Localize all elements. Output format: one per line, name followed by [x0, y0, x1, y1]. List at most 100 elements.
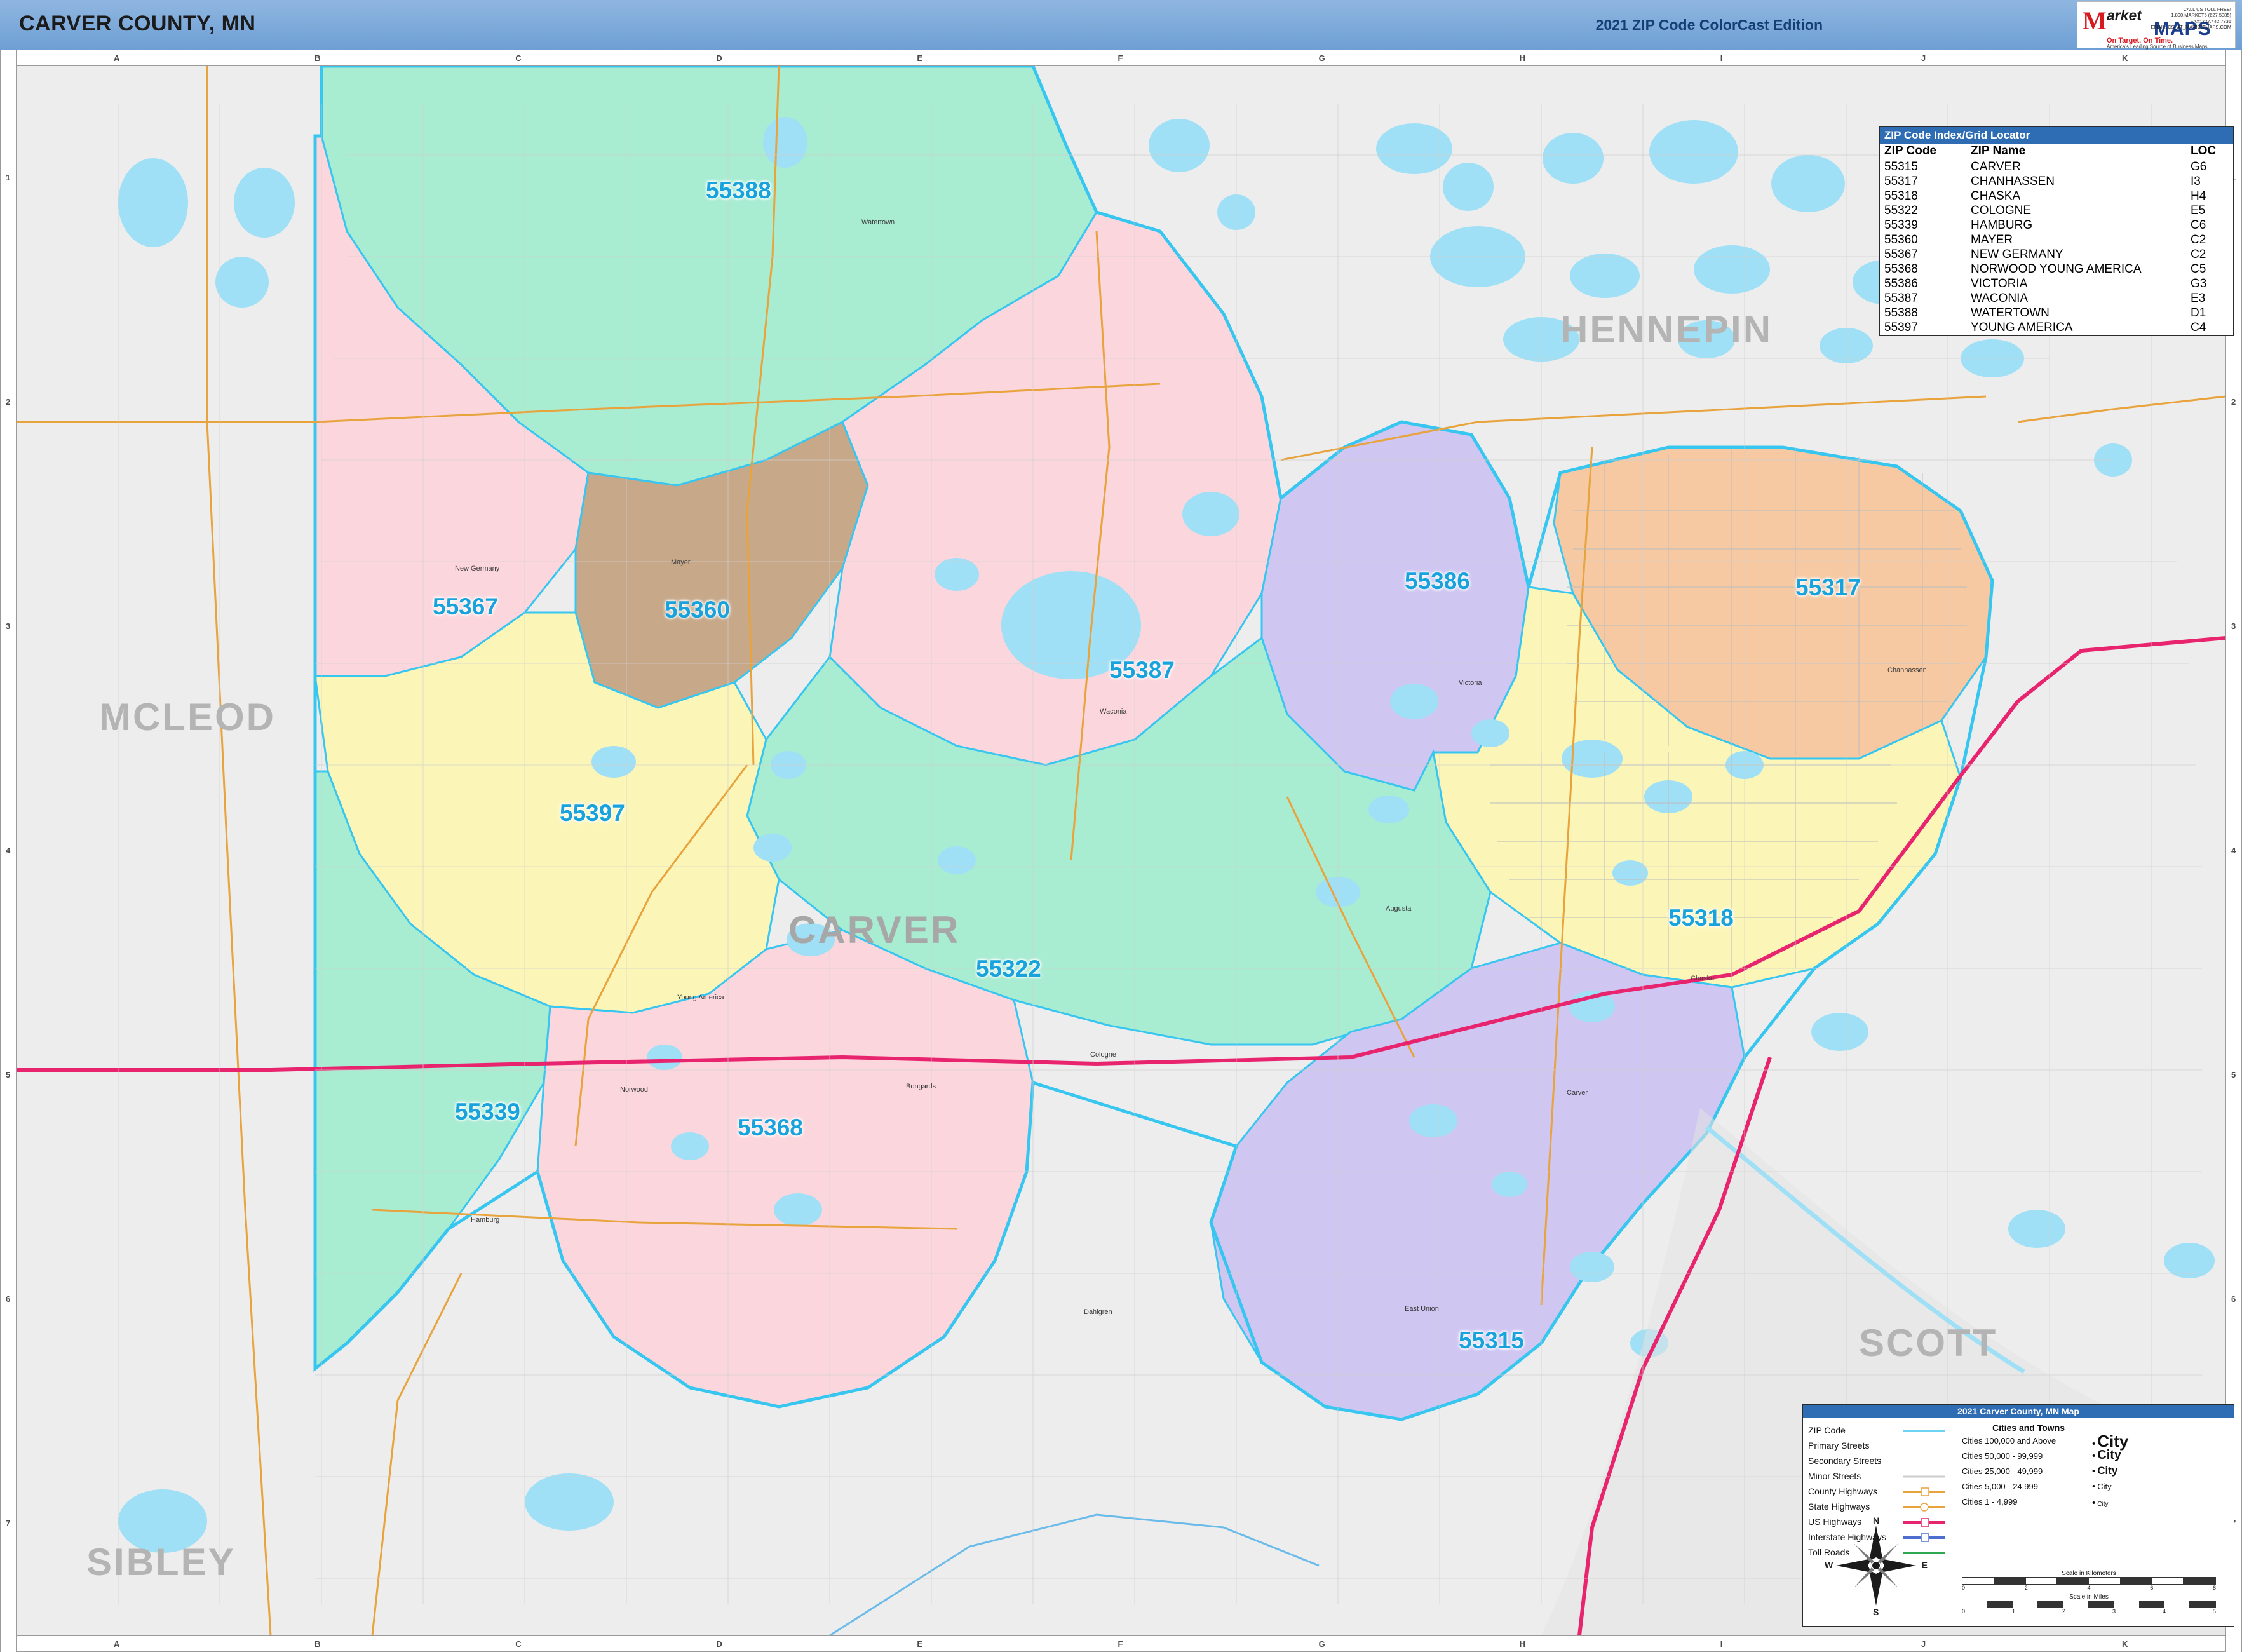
grid-row-label: 6 — [2231, 1294, 2236, 1304]
legend-item: State Highways — [1808, 1499, 1954, 1514]
zip-area-label: 55397 — [560, 800, 625, 826]
grid-col-label: A — [114, 1639, 120, 1649]
town-label: Hamburg — [471, 1216, 500, 1224]
zip-area-label: 55388 — [706, 177, 771, 203]
town-label: Cologne — [1090, 1051, 1116, 1059]
grid-col-label: D — [716, 1639, 722, 1649]
zip-index-loc: E5 — [2191, 203, 2206, 217]
legend-item-label: County Highways — [1808, 1486, 1877, 1496]
zip-index-name: NORWOOD YOUNG AMERICA — [1971, 262, 2142, 276]
zip-index-row[interactable]: 55386 VICTORIA G3 — [1880, 276, 2233, 291]
town-label: Mayer — [671, 559, 691, 566]
map-legend-panel: 2021 Carver County, MN Map ZIP Code Prima… — [1802, 1404, 2234, 1627]
zip-index-code: 55397 — [1884, 320, 1918, 334]
grid-col-label: A — [114, 53, 120, 63]
zip-index-row[interactable]: 55368 NORWOOD YOUNG AMERICA C5 — [1880, 262, 2233, 276]
zip-index-loc: E3 — [2191, 291, 2206, 305]
zip-index-code: 55339 — [1884, 218, 1918, 232]
zip-index-row[interactable]: 55388 WATERTOWN D1 — [1880, 306, 2233, 320]
legend-city-sample-text: City — [2097, 1448, 2122, 1462]
zip-index-row[interactable]: 55360 MAYER C2 — [1880, 233, 2233, 247]
town-label: East Union — [1405, 1305, 1439, 1313]
zip-index-name: VICTORIA — [1971, 276, 2028, 290]
zip-index-name: NEW GERMANY — [1971, 247, 2063, 261]
zip-index-code: 55387 — [1884, 291, 1918, 305]
zip-index-name: YOUNG AMERICA — [1971, 320, 2073, 334]
compass-rose: N S E W — [1825, 1515, 1928, 1617]
legend-item-swatch — [1903, 1457, 1945, 1465]
city-dot-icon: • — [2092, 1451, 2096, 1461]
county-label: MCLEOD — [99, 696, 276, 738]
legend-title: 2021 Carver County, MN Map — [1803, 1405, 2234, 1418]
zip-index-row[interactable]: 55397 YOUNG AMERICA C4 — [1880, 320, 2233, 335]
zip-area-label: 55339 — [455, 1099, 520, 1125]
legend-city-sample: • City — [2092, 1481, 2162, 1498]
zip-index-code: 55318 — [1884, 189, 1918, 203]
zip-index-row[interactable]: 55367 NEW GERMANY C2 — [1880, 247, 2233, 262]
zip-index-name: MAYER — [1971, 233, 2013, 247]
page-title: CARVER COUNTY, MN — [19, 11, 256, 36]
legend-item-swatch — [1903, 1487, 1945, 1496]
grid-row-label: 5 — [2231, 1069, 2236, 1080]
zip-index-name: CHASKA — [1971, 189, 2021, 203]
grid-col-label: J — [1921, 1639, 1926, 1649]
zip-area-label: 55360 — [665, 597, 730, 623]
legend-cities-list: Cities and Towns Cities 100,000 and Abov… — [1962, 1423, 2095, 1509]
zip-index-code: 55360 — [1884, 233, 1918, 247]
zip-index-code: 55388 — [1884, 306, 1918, 320]
logo-tagline-2: America's Leading Source of Business Map… — [2107, 44, 2208, 50]
grid-row-label: 2 — [6, 397, 11, 407]
legend-city-sample: • City — [2092, 1432, 2162, 1451]
legend-city-sample-text: City — [2097, 1465, 2118, 1477]
compass-rose-icon — [1836, 1526, 1916, 1606]
legend-city-sample-text: City — [2097, 1501, 2109, 1508]
grid-col-label: C — [515, 53, 522, 63]
legend-item-label: ZIP Code — [1808, 1425, 1846, 1435]
grid-ruler-bottom: A B C D E F G H I J K — [0, 1635, 2242, 1652]
grid-col-label: B — [314, 1639, 321, 1649]
town-label: Watertown — [861, 219, 895, 226]
scale-tick-label: 6 — [2150, 1585, 2154, 1591]
grid-ruler-left: 1 2 3 4 5 6 7 — [0, 50, 17, 1652]
legend-city-sample: • City — [2092, 1465, 2162, 1481]
zip-index-row[interactable]: 55315 CARVER G6 — [1880, 159, 2233, 175]
zip-index-row[interactable]: 55317 CHANHASSEN I3 — [1880, 174, 2233, 189]
county-label: SIBLEY — [86, 1541, 236, 1583]
grid-col-label: I — [1720, 1639, 1723, 1649]
zip-index-row[interactable]: 55387 WACONIA E3 — [1880, 291, 2233, 306]
zip-index-row[interactable]: 55322 COLOGNE E5 — [1880, 203, 2233, 218]
grid-col-label: D — [716, 53, 722, 63]
grid-col-label: E — [917, 53, 923, 63]
town-label: Bongards — [906, 1083, 936, 1090]
zip-index-col-name: ZIP Name — [1966, 144, 2186, 159]
legend-item: Primary Streets — [1808, 1438, 1954, 1453]
scale-mi-ticks: 0 1 2 3 4 5 — [1962, 1608, 2216, 1615]
zip-index-row[interactable]: 55339 HAMBURG C6 — [1880, 218, 2233, 233]
zip-area-label: 55387 — [1109, 657, 1175, 683]
zip-index-row[interactable]: 55318 CHASKA H4 — [1880, 189, 2233, 203]
zip-area-label: 55367 — [433, 593, 498, 620]
zip-index-name: WATERTOWN — [1971, 306, 2050, 320]
grid-row-label: 1 — [6, 173, 11, 183]
zip-index-loc: C4 — [2191, 320, 2206, 334]
marketmaps-logo: M arket MAPS On Target. On Time. America… — [2077, 1, 2236, 50]
scale-mi-graphic — [1962, 1601, 2216, 1608]
county-label: CARVER — [788, 909, 961, 951]
legend-item: County Highways — [1808, 1484, 1954, 1499]
city-dot-icon: • — [2092, 1466, 2096, 1477]
compass-north-label: N — [1873, 1515, 1880, 1526]
legend-item-label: State Highways — [1808, 1501, 1870, 1512]
grid-col-label: B — [314, 53, 321, 63]
legend-item: ZIP Code — [1808, 1423, 1954, 1438]
logo-market-text: arket — [2107, 7, 2142, 24]
zip-index-loc: C2 — [2191, 233, 2206, 247]
zip-index-name: CARVER — [1971, 159, 2021, 173]
zip-index-title: ZIP Code Index/Grid Locator — [1880, 127, 2233, 144]
zip-area-label: 55317 — [1795, 574, 1861, 600]
zip-index-code: 55315 — [1884, 159, 1918, 173]
map-page: CARVER COUNTY, MN 2021 ZIP Code ColorCas… — [0, 0, 2242, 1652]
zip-index-loc: C6 — [2191, 218, 2206, 232]
city-dot-icon: • — [2092, 1498, 2096, 1508]
legend-item: Secondary Streets — [1808, 1453, 1954, 1468]
legend-city-class: Cities 1 - 4,999 — [1962, 1496, 2018, 1506]
